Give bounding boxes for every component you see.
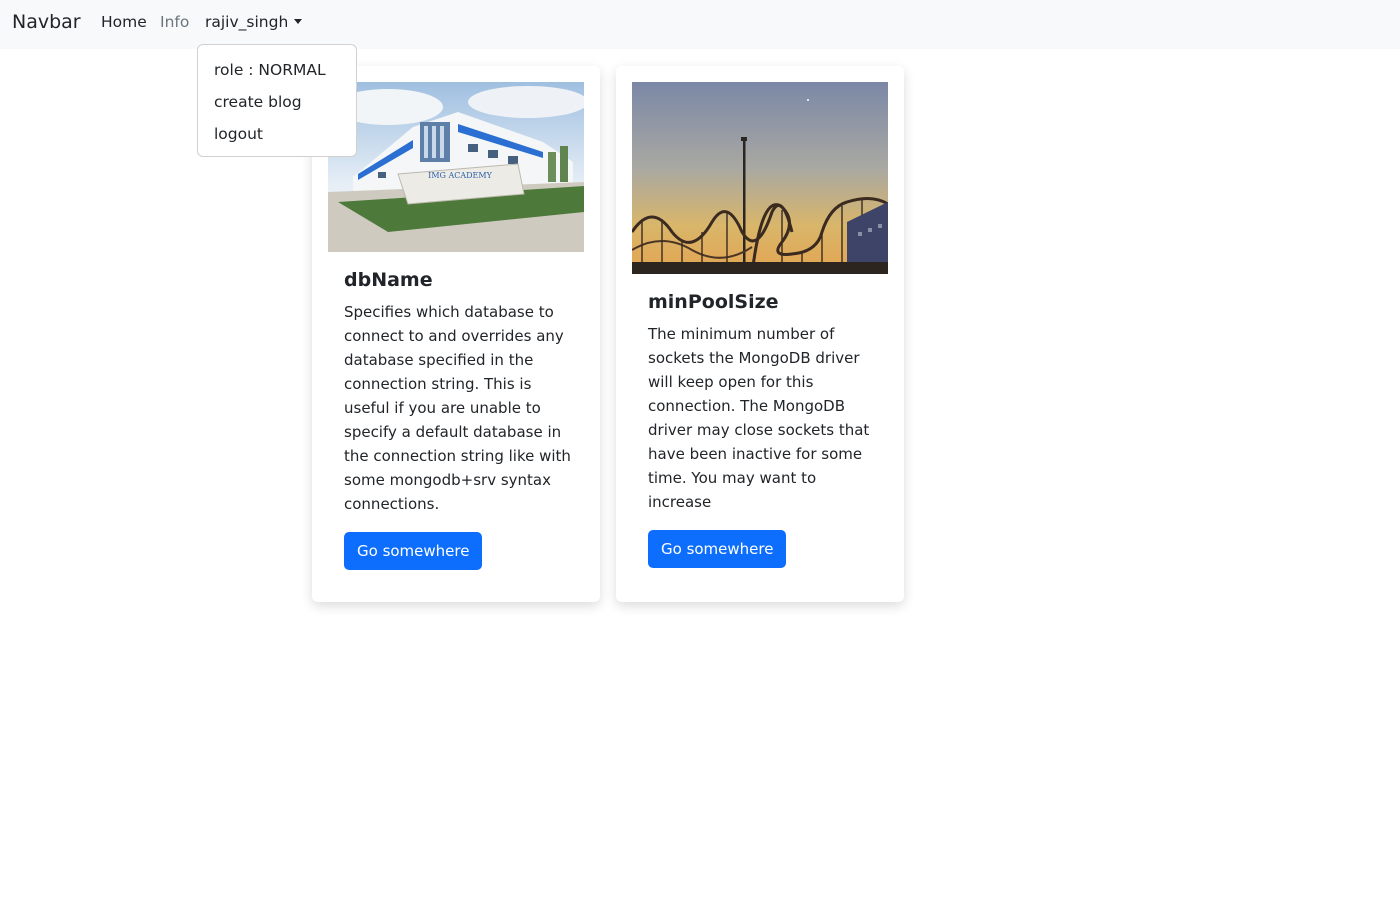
go-somewhere-button[interactable]: Go somewhere [648,530,787,568]
user-dropdown-menu: role : NORMAL create blog logout [197,44,357,157]
rollercoaster-photo [632,82,888,274]
nav-link-info[interactable]: Info [160,12,189,32]
card-body: minPoolSize The minimum number of socket… [648,290,876,514]
blog-card: minPoolSize The minimum number of socket… [616,66,904,602]
academy-sign-text: IMG ACADEMY [428,171,492,180]
card-title: minPoolSize [648,291,779,313]
card-text: Specifies which database to connect to a… [344,303,571,513]
dropdown-item-create-blog[interactable]: create blog [214,92,302,112]
go-somewhere-button[interactable]: Go somewhere [344,532,483,570]
card-body: dbName Specifies which database to conne… [344,268,572,516]
user-dropdown-toggle[interactable]: rajiv_singh [205,12,303,32]
card-image: IMG ACADEMY [328,82,584,252]
user-name: rajiv_singh [205,13,289,31]
navbar-brand[interactable]: Navbar [12,10,81,34]
nav-link-home[interactable]: Home [101,12,147,32]
card-title: dbName [344,269,433,291]
dropdown-item-role[interactable]: role : NORMAL [214,60,326,80]
card-image [632,82,888,274]
dropdown-item-logout[interactable]: logout [214,124,263,144]
caret-down-icon [294,19,303,24]
building-photo: IMG ACADEMY [328,82,584,252]
top-navbar: Navbar Home Info rajiv_singh [0,0,1400,49]
card-text: The minimum number of sockets the MongoD… [648,325,870,511]
